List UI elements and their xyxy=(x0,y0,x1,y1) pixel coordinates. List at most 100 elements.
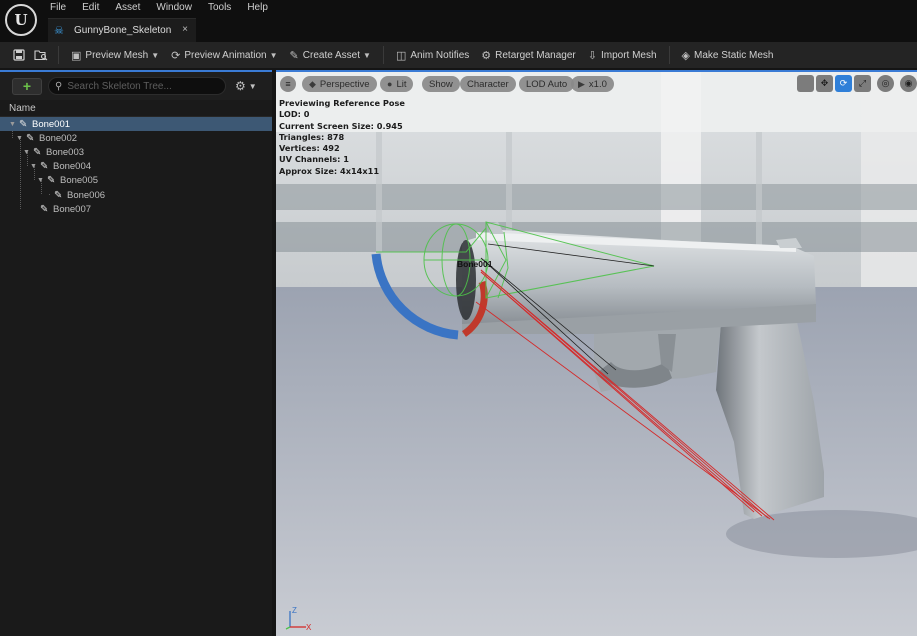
skeleton-tree-search[interactable]: ⚲ xyxy=(48,77,226,95)
menu-asset[interactable]: Asset xyxy=(113,0,148,16)
static-mesh-icon: ◈ xyxy=(681,49,691,62)
show-label: Show xyxy=(429,78,453,90)
axis-x-label: X xyxy=(306,623,312,632)
bone-row-bone006[interactable]: ✎ Bone006 xyxy=(0,188,272,202)
browse-asset-icon[interactable] xyxy=(30,45,52,65)
camera-speed-icon[interactable]: ◉ xyxy=(900,75,917,92)
retarget-manager-button[interactable]: ⚙ Retarget Manager xyxy=(475,45,581,65)
bone-row-bone001[interactable]: ▼ ✎ Bone001 xyxy=(0,117,272,132)
tree-settings-button[interactable]: ⚙ ▼ xyxy=(235,79,257,93)
menu-bar: File Edit Asset Window Tools Help xyxy=(48,0,282,16)
world-space-icon[interactable]: ◎ xyxy=(877,75,894,92)
rotate-icon[interactable]: ⟳ xyxy=(835,75,852,92)
unreal-engine-logo[interactable]: U xyxy=(5,4,37,36)
animation-icon: ⟳ xyxy=(171,49,181,62)
expand-arrow-icon[interactable]: ▼ xyxy=(30,163,37,170)
bone-icon: ✎ xyxy=(40,203,49,215)
lit-button[interactable]: ● Lit xyxy=(380,76,414,92)
stats-line: LOD: 0 xyxy=(279,109,310,120)
stats-line: Current Screen Size: 0.945 xyxy=(279,120,403,131)
toolbar-divider xyxy=(668,46,670,64)
scale-icon[interactable]: ⤢ xyxy=(854,75,871,92)
selected-bone-label: Bone001 xyxy=(457,259,493,269)
playback-speed-label: x1.0 xyxy=(588,78,607,90)
expand-arrow-icon[interactable]: ▼ xyxy=(16,135,23,142)
save-icon[interactable] xyxy=(8,45,30,65)
menu-window[interactable]: Window xyxy=(154,0,200,16)
create-asset-label: Create Asset xyxy=(302,49,361,61)
axis-z-label: Z xyxy=(292,606,297,615)
menu-file[interactable]: File xyxy=(48,0,74,16)
bone-label: Bone001 xyxy=(32,118,71,130)
viewport[interactable]: ≡ ◆ Perspective ● Lit Show Character LOD… xyxy=(276,70,917,636)
translate-icon[interactable]: ✥ xyxy=(816,75,833,92)
bone-row-bone002[interactable]: ▼ ✎ Bone002 xyxy=(0,131,272,145)
preview-animation-button[interactable]: ⟳ Preview Animation ▼ xyxy=(165,45,283,65)
stats-line: Vertices: 492 xyxy=(279,143,340,154)
add-socket-button[interactable]: + xyxy=(12,77,42,95)
asset-tab-label: GunnyBone_Skeleton xyxy=(74,25,172,36)
menu-edit[interactable]: Edit xyxy=(80,0,107,16)
anim-notifies-button[interactable]: ◫ Anim Notifies xyxy=(390,45,475,65)
skeleton-icon: ☠ xyxy=(54,25,64,37)
transform-toolbar: ✥ ⟳ ⤢ ◎ ◉ xyxy=(797,75,917,92)
perspective-button[interactable]: ◆ Perspective xyxy=(302,76,377,92)
toolbar-divider xyxy=(58,46,59,64)
close-icon[interactable]: × xyxy=(182,24,188,35)
bone-row-bone005[interactable]: ▼ ✎ Bone005 xyxy=(0,174,272,188)
anim-notifies-label: Anim Notifies xyxy=(410,49,470,61)
menu-help[interactable]: Help xyxy=(245,0,276,16)
playback-speed-button[interactable]: ▶ x1.0 xyxy=(571,76,614,92)
retarget-icon: ⚙ xyxy=(481,49,492,62)
toolbar-divider xyxy=(382,46,384,64)
chevron-down-icon: ▼ xyxy=(269,50,278,60)
notify-icon: ◫ xyxy=(395,49,407,62)
stats-line: Previewing Reference Pose xyxy=(279,98,405,108)
viewport-options-button[interactable]: ≡ xyxy=(280,76,296,92)
lit-label: Lit xyxy=(396,78,407,90)
chevron-down-icon: ▼ xyxy=(151,50,160,60)
search-icon: ⚲ xyxy=(55,80,63,92)
stats-line: Approx Size: 4x14x11 xyxy=(279,165,380,176)
show-button[interactable]: Show xyxy=(422,76,460,92)
preview-mesh-button[interactable]: ▣ Preview Mesh ▼ xyxy=(65,45,165,65)
expand-arrow-icon[interactable]: ▼ xyxy=(9,121,16,128)
tree-column-header[interactable]: Name xyxy=(0,100,272,117)
retarget-manager-label: Retarget Manager xyxy=(495,49,576,61)
gear-icon: ⚙ xyxy=(235,79,246,93)
bone-icon: ✎ xyxy=(19,118,28,130)
bone-row-bone007[interactable]: ✎ Bone007 xyxy=(0,202,272,216)
create-asset-button[interactable]: ✎ Create Asset ▼ xyxy=(284,45,377,65)
search-input[interactable] xyxy=(67,80,218,92)
bone-row-bone004[interactable]: ▼ ✎ Bone004 xyxy=(0,160,272,174)
expand-arrow-icon[interactable]: ▼ xyxy=(37,177,44,184)
axis-indicator: Z X xyxy=(285,606,312,632)
chevron-down-icon: ▼ xyxy=(363,50,371,60)
bone-label: Bone007 xyxy=(53,203,92,215)
stats-line: Triangles: 878 xyxy=(279,131,345,142)
bone-row-bone003[interactable]: ▼ ✎ Bone003 xyxy=(0,145,272,159)
character-button[interactable]: Character xyxy=(460,76,516,92)
bone-icon: ✎ xyxy=(47,175,56,187)
bone-icon: ✎ xyxy=(54,189,63,201)
menu-tools[interactable]: Tools xyxy=(206,0,239,16)
preview-mesh-label: Preview Mesh xyxy=(85,49,149,61)
viewport-stats: Previewing Reference Pose LOD: 0 Current… xyxy=(279,98,405,177)
import-mesh-button[interactable]: ⇩ Import Mesh xyxy=(582,45,663,65)
bone-label: Bone002 xyxy=(39,132,78,144)
import-mesh-label: Import Mesh xyxy=(600,49,657,61)
asset-tab[interactable]: ☠ GunnyBone_Skeleton × xyxy=(48,18,196,42)
lit-icon: ● xyxy=(387,79,393,89)
bone-label: Bone004 xyxy=(53,161,92,173)
make-static-mesh-label: Make Static Mesh xyxy=(694,49,774,61)
make-static-mesh-button[interactable]: ◈ Make Static Mesh xyxy=(676,45,780,65)
expand-arrow-icon[interactable]: ▼ xyxy=(23,149,30,156)
select-mode-icon[interactable] xyxy=(797,75,814,92)
create-asset-icon: ✎ xyxy=(289,49,299,62)
mesh-icon: ▣ xyxy=(71,49,82,62)
bone-icon: ✎ xyxy=(33,146,42,158)
bone-label: Bone003 xyxy=(46,146,85,158)
import-icon: ⇩ xyxy=(587,49,597,62)
lod-button[interactable]: LOD Auto xyxy=(519,76,575,92)
character-label: Character xyxy=(467,78,509,90)
